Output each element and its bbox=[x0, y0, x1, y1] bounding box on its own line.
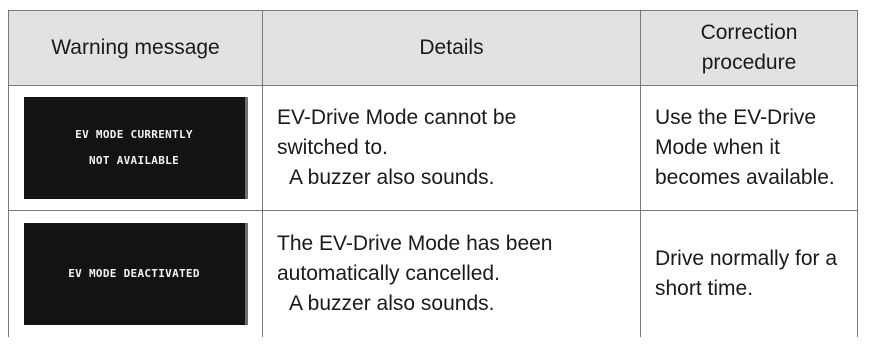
screen-line: EV MODE DEACTIVATED bbox=[68, 267, 200, 280]
table-header-row: Warning message Details Correction proce… bbox=[8, 10, 858, 86]
header-correction-line2: procedure bbox=[701, 51, 797, 74]
header-correction-line1: Correction bbox=[700, 21, 798, 44]
table-row: EV MODE CURRENTLY NOT AVAILABLE EV-Drive… bbox=[8, 85, 858, 211]
display-screen-text: EV MODE DEACTIVATED bbox=[24, 261, 245, 287]
display-screen-text: EV MODE CURRENTLY NOT AVAILABLE bbox=[24, 122, 245, 174]
details-text: The EV-Drive Mode has been automatically… bbox=[263, 229, 640, 319]
warning-message-cell: EV MODE DEACTIVATED bbox=[8, 210, 263, 337]
correction-text: Use the EV-Drive Mode when it becomes av… bbox=[641, 103, 857, 193]
details-line: A buzzer also sounds. bbox=[289, 292, 495, 315]
screen-line: NOT AVAILABLE bbox=[89, 154, 179, 167]
correction-line: becomes available. bbox=[655, 166, 835, 189]
header-details: Details bbox=[262, 10, 641, 86]
correction-text: Drive normally for a short time. bbox=[641, 244, 857, 304]
details-cell: The EV-Drive Mode has been automatically… bbox=[262, 210, 641, 337]
correction-line: Use the EV-Drive bbox=[655, 106, 817, 129]
correction-line: Drive normally for a bbox=[655, 247, 838, 270]
details-line: EV-Drive Mode cannot be bbox=[277, 106, 517, 129]
correction-cell: Drive normally for a short time. bbox=[640, 210, 858, 337]
warning-message-cell: EV MODE CURRENTLY NOT AVAILABLE bbox=[8, 85, 263, 211]
correction-line: Mode when it bbox=[655, 136, 780, 159]
details-line: automatically cancelled. bbox=[277, 262, 500, 285]
details-line: switched to. bbox=[277, 136, 388, 159]
warning-message-table: Warning message Details Correction proce… bbox=[8, 10, 858, 337]
screen-line: EV MODE CURRENTLY bbox=[75, 128, 193, 141]
correction-line: short time. bbox=[655, 277, 754, 300]
table-row: EV MODE DEACTIVATED The EV-Drive Mode ha… bbox=[8, 210, 858, 337]
display-screen-image: EV MODE CURRENTLY NOT AVAILABLE bbox=[23, 97, 248, 199]
correction-cell: Use the EV-Drive Mode when it becomes av… bbox=[640, 85, 858, 211]
details-text: EV-Drive Mode cannot be switched to. A b… bbox=[263, 103, 640, 193]
header-warning-message-label: Warning message bbox=[51, 36, 220, 59]
details-line: A buzzer also sounds. bbox=[289, 166, 495, 189]
details-line: The EV-Drive Mode has been bbox=[277, 232, 553, 255]
header-warning-message: Warning message bbox=[8, 10, 263, 86]
details-cell: EV-Drive Mode cannot be switched to. A b… bbox=[262, 85, 641, 211]
display-screen-image: EV MODE DEACTIVATED bbox=[23, 223, 248, 325]
header-details-label: Details bbox=[419, 36, 484, 59]
header-correction-procedure: Correction procedure bbox=[640, 10, 858, 86]
